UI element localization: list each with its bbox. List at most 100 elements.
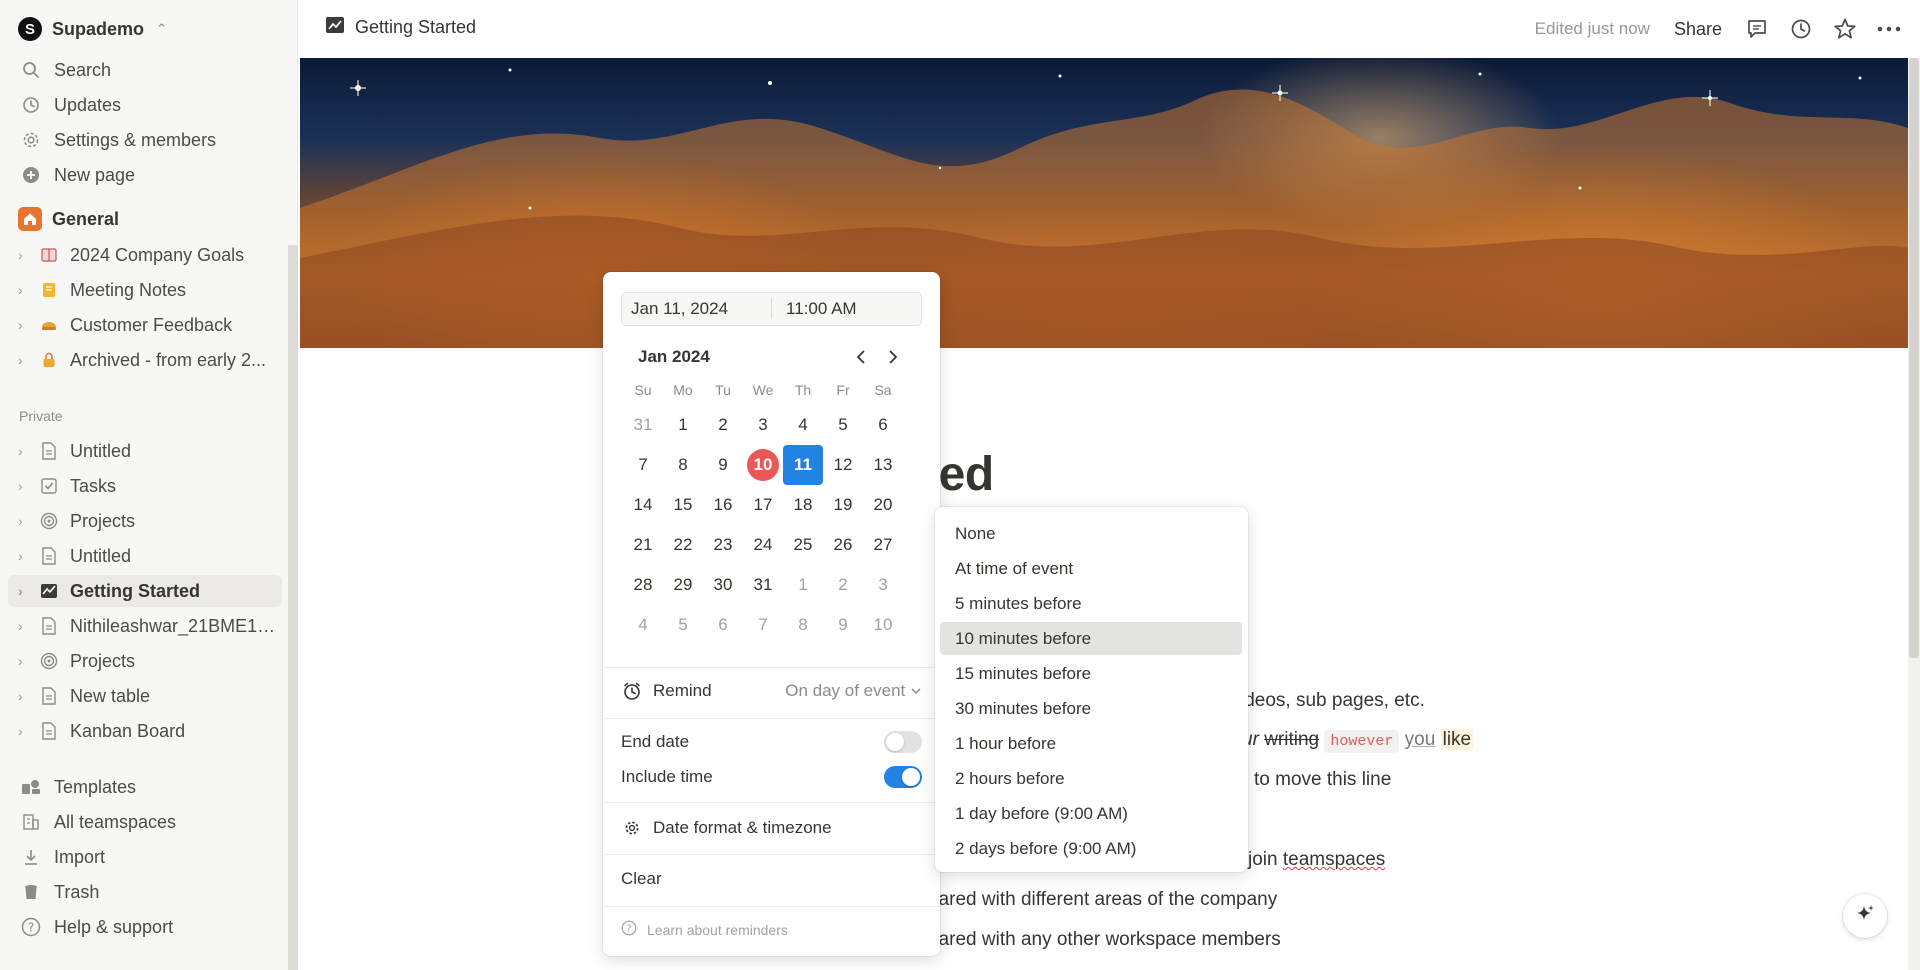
calendar-day[interactable]: 16 [703, 485, 743, 525]
sidebar-templates[interactable]: Templates [8, 771, 282, 803]
sidebar-item-archived[interactable]: › Archived - from early 2... [8, 344, 282, 376]
breadcrumb[interactable]: Getting Started [325, 16, 476, 39]
calendar-day[interactable]: 1 [663, 405, 703, 445]
chevron-right-icon[interactable]: › [18, 443, 34, 459]
calendar-day[interactable]: 7 [743, 605, 783, 645]
remind-option[interactable]: 1 day before (9:00 AM) [940, 797, 1242, 830]
chevron-right-icon[interactable]: › [18, 723, 34, 739]
clear-button[interactable]: Clear [621, 863, 922, 895]
calendar-day[interactable]: 10 [743, 445, 783, 485]
calendar-day[interactable]: 10 [863, 605, 903, 645]
body-line-6[interactable]: hared with any other workspace members [928, 929, 1281, 951]
sidebar-item-untitled-2[interactable]: › Untitled [8, 540, 282, 572]
calendar-day[interactable]: 9 [823, 605, 863, 645]
end-date-toggle[interactable] [884, 731, 922, 753]
sidebar-item-kanban-board[interactable]: › Kanban Board [8, 715, 282, 747]
calendar-day[interactable]: 5 [663, 605, 703, 645]
include-time-row[interactable]: Include time [621, 761, 922, 793]
sidebar-item-projects[interactable]: › Projects [8, 505, 282, 537]
history-icon[interactable] [1788, 16, 1814, 42]
remind-option[interactable]: 10 minutes before [940, 622, 1242, 655]
remind-option[interactable]: 5 minutes before [940, 587, 1242, 620]
learn-reminders-link[interactable]: ? Learn about reminders [621, 920, 788, 939]
sidebar-item-meeting-notes[interactable]: › Meeting Notes [8, 274, 282, 306]
calendar-day[interactable]: 6 [703, 605, 743, 645]
calendar-day[interactable]: 7 [623, 445, 663, 485]
remind-option[interactable]: 15 minutes before [940, 657, 1242, 690]
chevron-right-icon[interactable]: › [18, 247, 34, 263]
calendar-day[interactable]: 2 [703, 405, 743, 445]
calendar-day[interactable]: 2 [823, 565, 863, 605]
calendar-day[interactable]: 15 [663, 485, 703, 525]
calendar-day[interactable]: 8 [663, 445, 703, 485]
sidebar-new-page[interactable]: New page [8, 159, 282, 191]
calendar-day[interactable]: 11 [783, 445, 823, 485]
calendar-day[interactable]: 19 [823, 485, 863, 525]
calendar-day[interactable]: 3 [743, 405, 783, 445]
body-line-5[interactable]: hared with different areas of the compan… [928, 889, 1277, 911]
sidebar-import[interactable]: Import [8, 841, 282, 873]
calendar-day[interactable]: 30 [703, 565, 743, 605]
star-icon[interactable] [1832, 16, 1858, 42]
sidebar-search[interactable]: Search [8, 54, 282, 86]
remind-option[interactable]: None [940, 517, 1242, 550]
sidebar-item-getting-started[interactable]: › Getting Started [8, 575, 282, 607]
share-button[interactable]: Share [1674, 19, 1722, 40]
date-input[interactable]: Jan 11, 2024 [622, 299, 772, 319]
calendar-day[interactable]: 13 [863, 445, 903, 485]
sidebar-item-new-table[interactable]: › New table [8, 680, 282, 712]
chevron-right-icon[interactable]: › [18, 548, 34, 564]
sidebar-trash[interactable]: Trash [8, 876, 282, 908]
sidebar-item-nithileashwar[interactable]: › Nithileashwar_21BME10... [8, 610, 282, 642]
time-input[interactable]: 11:00 AM [772, 299, 857, 319]
chevron-right-icon[interactable]: › [18, 618, 34, 634]
chevron-right-icon[interactable]: › [18, 583, 34, 599]
calendar-day[interactable]: 20 [863, 485, 903, 525]
remind-option[interactable]: 2 days before (9:00 AM) [940, 832, 1242, 865]
sidebar-all-teamspaces[interactable]: All teamspaces [8, 806, 282, 838]
calendar-day[interactable]: 12 [823, 445, 863, 485]
calendar-day[interactable]: 31 [623, 405, 663, 445]
calendar-day[interactable]: 28 [623, 565, 663, 605]
chevron-right-icon[interactable]: › [18, 513, 34, 529]
remind-option[interactable]: 2 hours before [940, 762, 1242, 795]
calendar-day[interactable]: 1 [783, 565, 823, 605]
calendar-day[interactable]: 23 [703, 525, 743, 565]
sidebar-item-customer-feedback[interactable]: › Customer Feedback [8, 309, 282, 341]
calendar-day[interactable]: 18 [783, 485, 823, 525]
chevron-right-icon[interactable]: › [18, 317, 34, 333]
remind-option[interactable]: 1 hour before [940, 727, 1242, 760]
calendar-day[interactable]: 5 [823, 405, 863, 445]
calendar-day[interactable]: 4 [783, 405, 823, 445]
body-line-1[interactable]: ideos, sub pages, etc. [1240, 690, 1425, 712]
sidebar-item-tasks[interactable]: › Tasks [8, 470, 282, 502]
cover-image[interactable] [300, 58, 1908, 348]
calendar-day[interactable]: 8 [783, 605, 823, 645]
sidebar-item-company-goals[interactable]: › 2024 Company Goals [8, 239, 282, 271]
calendar-day[interactable]: 22 [663, 525, 703, 565]
include-time-toggle[interactable] [884, 766, 922, 788]
calendar-day[interactable]: 27 [863, 525, 903, 565]
sidebar-settings[interactable]: Settings & members [8, 124, 282, 156]
chevron-left-icon[interactable] [848, 344, 874, 370]
calendar-day[interactable]: 26 [823, 525, 863, 565]
calendar-day[interactable]: 29 [663, 565, 703, 605]
sidebar-teamspace-general[interactable]: General [8, 203, 282, 235]
sidebar-help[interactable]: ? Help & support [8, 911, 282, 943]
chevron-right-icon[interactable]: › [18, 478, 34, 494]
body-line-3[interactable]: to move this line [1254, 769, 1391, 791]
sidebar-scrollbar[interactable] [288, 245, 298, 970]
calendar-day[interactable]: 6 [863, 405, 903, 445]
chevron-right-icon[interactable]: › [18, 688, 34, 704]
page-scrollbar-thumb[interactable] [1909, 58, 1919, 658]
remind-row[interactable]: Remind On day of event [621, 675, 922, 707]
ai-assistant-button[interactable] [1843, 894, 1887, 938]
comment-icon[interactable] [1744, 16, 1770, 42]
sidebar-updates[interactable]: Updates [8, 89, 282, 121]
calendar-day[interactable]: 4 [623, 605, 663, 645]
chevron-right-icon[interactable]: › [18, 282, 34, 298]
sidebar-item-untitled[interactable]: › Untitled [8, 435, 282, 467]
calendar-day[interactable]: 3 [863, 565, 903, 605]
chevron-right-icon[interactable] [880, 344, 906, 370]
remind-option[interactable]: At time of event [940, 552, 1242, 585]
